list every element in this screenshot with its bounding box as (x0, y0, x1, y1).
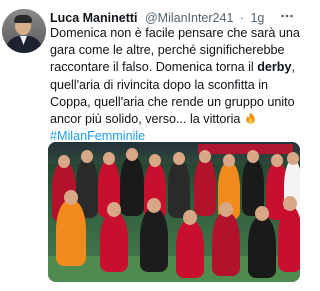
player-figure (120, 148, 144, 216)
player-figure (278, 196, 300, 272)
tweet-text-bold: derby (257, 60, 292, 75)
author-avatar[interactable] (2, 9, 46, 53)
stadium-banner (198, 144, 293, 154)
more-icon[interactable] (280, 9, 294, 23)
player-figure (56, 190, 86, 266)
player-figure (140, 198, 168, 272)
player-figure (248, 206, 276, 278)
player-figure (100, 202, 128, 272)
player-figure (168, 152, 190, 218)
player-figure (194, 150, 216, 216)
author-handle[interactable]: @MilanInter241 (145, 11, 233, 25)
tweet-text: Domenica non è facile pensare che sarà u… (50, 25, 300, 145)
tweet-photo[interactable] (48, 142, 300, 282)
header-separator: · (239, 11, 245, 25)
author-name[interactable]: Luca Maninetti (50, 11, 138, 25)
fire-emoji-icon (246, 112, 255, 124)
player-figure (212, 202, 240, 276)
tweet-time[interactable]: 1g (250, 11, 264, 25)
player-figure (176, 210, 204, 278)
